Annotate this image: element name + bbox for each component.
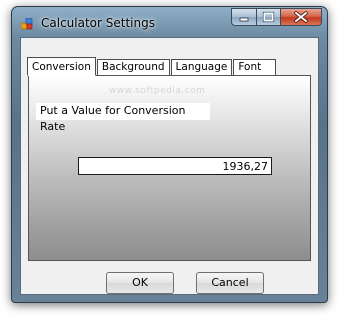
tab-background[interactable]: Background (96, 59, 170, 76)
tab-conversion[interactable]: Conversion (27, 57, 96, 76)
tab-font[interactable]: Font (233, 59, 277, 76)
calculator-app-icon (21, 18, 33, 30)
minimize-icon (239, 17, 249, 22)
tab-language[interactable]: Language (170, 59, 233, 76)
settings-window: Calculator Settings Conversion Backgroun… (11, 6, 328, 303)
minimize-button[interactable] (231, 8, 257, 26)
close-icon (294, 11, 308, 23)
title-bar[interactable]: Calculator Settings (12, 7, 327, 37)
conversion-prompt-label: Put a Value for Conversion Rate (36, 103, 210, 133)
maximize-button[interactable] (256, 8, 281, 26)
window-title: Calculator Settings (41, 16, 155, 30)
cancel-button[interactable]: Cancel (196, 272, 264, 294)
close-button[interactable] (280, 8, 322, 26)
watermark: www.softpedia.com (109, 86, 206, 96)
maximize-icon (262, 11, 275, 23)
conversion-tab-panel: www.softpedia.com Put a Value for Conver… (28, 75, 311, 261)
conversion-rate-input[interactable] (78, 157, 272, 175)
ok-button[interactable]: OK (106, 272, 174, 294)
client-area: Conversion Background Language Font www.… (20, 37, 319, 295)
